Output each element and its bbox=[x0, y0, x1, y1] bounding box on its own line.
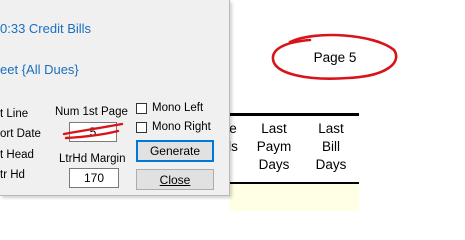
print-head-label: t Head bbox=[0, 149, 34, 161]
sheet-link[interactable]: eet {All Dues} bbox=[0, 62, 79, 77]
letter-head-label: tr Hd bbox=[0, 169, 25, 181]
mono-right-checkbox-box[interactable] bbox=[136, 121, 147, 133]
page-number-label: Page 5 bbox=[313, 50, 357, 65]
num-first-page-label: Num 1st Page bbox=[55, 106, 128, 118]
column-header-last-bill-days: Last Bill Days bbox=[315, 121, 347, 172]
mono-left-label: Mono Left bbox=[152, 102, 204, 114]
table-top-rule bbox=[229, 113, 359, 116]
mono-left-checkbox[interactable]: Mono Left bbox=[136, 102, 203, 114]
mono-left-checkbox-box[interactable] bbox=[136, 102, 147, 114]
report-options-dialog: 0:33 Credit Bills eet {All Dues} t Line … bbox=[0, 0, 230, 196]
close-button[interactable]: Close bbox=[136, 169, 214, 190]
report-title-link[interactable]: 0:33 Credit Bills bbox=[0, 21, 91, 36]
mono-right-checkbox[interactable]: Mono Right bbox=[136, 121, 211, 133]
ltrhd-margin-label: LtrHd Margin bbox=[59, 153, 126, 165]
column-header-last-paym-days: Last Paym Days bbox=[256, 121, 292, 172]
generate-button[interactable]: Generate bbox=[136, 140, 214, 162]
mono-right-label: Mono Right bbox=[152, 121, 211, 133]
table-row-highlight bbox=[229, 184, 359, 211]
ltrhd-margin-input[interactable]: 170 bbox=[69, 168, 119, 188]
num-first-page-input[interactable]: 5 bbox=[69, 122, 117, 142]
first-line-label: t Line bbox=[0, 108, 29, 120]
close-button-label: Close bbox=[159, 173, 191, 187]
report-date-label: ort Date bbox=[0, 128, 41, 140]
